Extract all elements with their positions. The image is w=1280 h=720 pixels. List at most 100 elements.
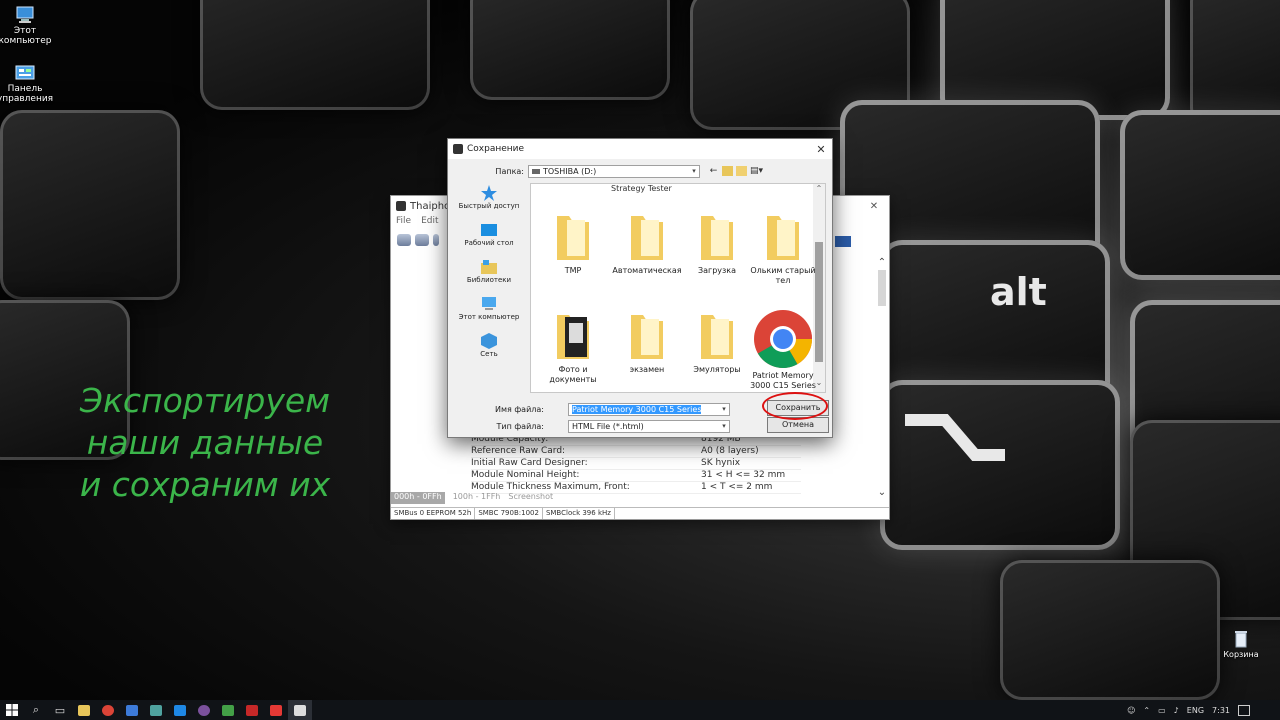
close-button[interactable]: ✕ (859, 201, 889, 212)
new-folder-icon[interactable] (736, 166, 747, 176)
desktop-icon-control-panel[interactable]: Панель управления (0, 64, 55, 104)
file-tile[interactable]: TMP (537, 210, 609, 276)
file-list: Strategy Tester ⌃ ⌄ TMP Автоматическая З… (530, 183, 826, 393)
file-tile[interactable]: Patriot Memory 3000 C15 Series (747, 309, 819, 391)
list-item-partial[interactable]: Strategy Tester (611, 184, 672, 193)
keyboard-key (470, 0, 670, 100)
save-button[interactable]: Сохранить (767, 400, 829, 416)
file-tile[interactable]: Фото и документы (537, 309, 609, 385)
brand-logo-icon (835, 236, 851, 247)
task-view-icon[interactable]: ▭ (48, 700, 72, 720)
keyboard-key (1000, 560, 1220, 700)
save-icon[interactable] (433, 234, 439, 246)
people-icon[interactable]: ☺ (1127, 706, 1135, 715)
back-icon[interactable]: ← (708, 166, 719, 176)
spd-table: Module Capacity: 8192 MB Reference Raw C… (471, 434, 801, 494)
keyboard-key (200, 0, 430, 110)
app-taskbar-icon[interactable] (144, 700, 168, 720)
file-tile[interactable]: Эмуляторы (681, 309, 753, 375)
app-taskbar-icon[interactable] (264, 700, 288, 720)
caption-line: и сохраним их (79, 465, 331, 504)
open-icon[interactable] (415, 234, 429, 246)
folder-label: Папка: (495, 166, 524, 176)
place-this-pc[interactable]: Этот компьютер (452, 296, 526, 331)
app-taskbar-icon[interactable] (168, 700, 192, 720)
dialog-app-icon (453, 144, 463, 154)
tab-screenshot[interactable]: Screenshot (508, 492, 553, 504)
system-tray: ☺ ⌃ ▭ ♪ ENG 7:31 (1127, 704, 1280, 716)
explorer-taskbar-icon[interactable] (72, 700, 96, 720)
file-name: Загрузка (697, 266, 737, 275)
file-name: Фото и документы (549, 365, 597, 384)
dialog-titlebar[interactable]: Сохранение ✕ (448, 139, 832, 159)
places-bar: Быстрый доступ Рабочий стол Библиотеки Э… (452, 183, 526, 389)
filetype-select[interactable]: HTML File (*.html) ▾ (568, 419, 730, 433)
scroll-up-icon[interactable]: ⌃ (875, 256, 889, 270)
start-button[interactable] (0, 700, 24, 720)
caption-line: Экспортируем (79, 381, 331, 420)
place-desktop[interactable]: Рабочий стол (452, 222, 526, 257)
file-tile[interactable]: Автоматическая (611, 210, 683, 276)
tab-hex-100[interactable]: 100h - 1FFh (453, 492, 501, 504)
folder-select[interactable]: TOSHIBA (D:) ▾ (528, 164, 700, 178)
viber-taskbar-icon[interactable] (192, 700, 216, 720)
app-taskbar-icon[interactable] (240, 700, 264, 720)
menu-file[interactable]: File (396, 216, 411, 230)
option-key (880, 380, 1120, 550)
place-quick-access[interactable]: Быстрый доступ (452, 185, 526, 220)
cancel-button[interactable]: Отмена (767, 417, 829, 433)
status-smbc: SMBC 790B:1002 (475, 508, 543, 519)
file-name: Эмуляторы (693, 365, 741, 374)
file-tile[interactable]: Ольким старый тел (747, 210, 819, 286)
taskbar: ⌕ ▭ ☺ ⌃ ▭ ♪ ENG 7:31 (0, 700, 1280, 720)
desktop-icon-this-pc[interactable]: Этот компьютер (0, 6, 55, 46)
file-tile[interactable]: Загрузка (681, 210, 753, 276)
desktop-icon-recycle-bin[interactable]: Корзина (1218, 630, 1264, 659)
search-icon[interactable]: ⌕ (24, 700, 48, 720)
report-scrollbar[interactable]: ⌃ ⌄ (875, 256, 889, 498)
volume-icon[interactable]: ♪ (1174, 706, 1179, 715)
scroll-up-icon[interactable]: ⌃ (813, 184, 825, 194)
folder-icon (631, 216, 663, 260)
table-row: Module Nominal Height: 31 < H <= 32 mm (471, 470, 801, 482)
row-key: Reference Raw Card: (471, 446, 566, 456)
view-menu-icon[interactable]: ▤▾ (750, 166, 763, 176)
file-name: Ольким старый тел (750, 266, 816, 285)
up-folder-icon[interactable] (722, 166, 733, 176)
windows-logo-icon (6, 704, 18, 716)
option-symbol-icon (905, 414, 1005, 461)
place-label: Сеть (480, 350, 498, 358)
scroll-down-icon[interactable]: ⌄ (875, 486, 889, 500)
row-key: Initial Raw Card Designer: (471, 458, 588, 468)
desktop-icon (481, 224, 497, 236)
table-row: Initial Raw Card Designer: SK hynix (471, 458, 801, 470)
language-indicator[interactable]: ENG (1187, 706, 1204, 715)
read-icon[interactable] (397, 234, 411, 246)
notifications-icon[interactable] (1238, 704, 1250, 716)
folder-icon (767, 216, 799, 260)
chevron-up-icon[interactable]: ⌃ (1143, 706, 1150, 715)
place-libraries[interactable]: Библиотеки (452, 259, 526, 294)
app-taskbar-icon[interactable] (120, 700, 144, 720)
close-button[interactable]: ✕ (810, 143, 832, 156)
thaiphoon-taskbar-icon[interactable] (288, 700, 312, 720)
filename-input[interactable]: Patriot Memory 3000 C15 Series ▾ (568, 402, 730, 416)
chrome-taskbar-icon[interactable] (96, 700, 120, 720)
save-dialog: Сохранение ✕ Папка: TOSHIBA (D:) ▾ ← ▤▾ … (447, 138, 833, 438)
tab-hex-000[interactable]: 000h - 0FFh (391, 492, 445, 504)
place-network[interactable]: Сеть (452, 333, 526, 368)
desktop-icon-label: Панель управления (0, 84, 54, 104)
row-value: 1 < T <= 2 mm (701, 482, 773, 492)
scroll-thumb[interactable] (878, 270, 886, 306)
network-icon[interactable]: ▭ (1158, 706, 1166, 715)
app-taskbar-icon[interactable] (216, 700, 240, 720)
chevron-down-icon: ▾ (722, 404, 726, 413)
keyboard-key (0, 110, 180, 300)
menu-edit[interactable]: Edit (421, 216, 438, 230)
clock[interactable]: 7:31 (1212, 706, 1230, 715)
filetype-label: Тип файла: (496, 421, 544, 431)
folder-icon (631, 315, 663, 359)
filetype-value: HTML File (*.html) (572, 421, 644, 431)
bottom-tabs: 000h - 0FFh 100h - 1FFh Screenshot (391, 492, 553, 504)
file-tile[interactable]: экзамен (611, 309, 683, 375)
